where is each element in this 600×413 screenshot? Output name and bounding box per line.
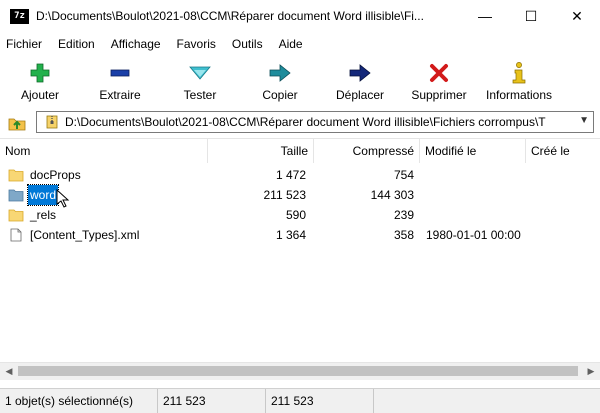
column-header-packed[interactable]: Compressé	[314, 139, 420, 163]
test-button[interactable]: Tester	[160, 56, 240, 106]
check-icon	[188, 62, 212, 84]
packed-cell: 754	[393, 168, 414, 182]
name-cell: word	[8, 184, 70, 208]
file-list: Nom Taille Compressé Modifié le Créé le …	[0, 138, 600, 389]
move-button-label: Déplacer	[335, 88, 385, 102]
delete-icon	[427, 62, 451, 84]
scroll-left-icon[interactable]: ◀	[2, 365, 16, 378]
scroll-right-icon[interactable]: ▶	[584, 365, 598, 378]
delete-button-label: Supprimer	[411, 88, 467, 102]
maximize-icon: ☐	[524, 7, 538, 24]
address-bar: D:\Documents\Boulot\2021-08\CCM\Réparer …	[0, 110, 600, 136]
copy-button-label: Copier	[262, 88, 298, 102]
name-cell: _rels	[8, 205, 58, 225]
window-controls: — ☐ ✕	[462, 0, 600, 32]
column-header-created[interactable]: Créé le	[526, 139, 600, 163]
add-button-label: Ajouter	[20, 88, 60, 102]
delete-button[interactable]: Supprimer	[400, 56, 478, 106]
folder-icon	[8, 169, 24, 182]
menu-affichage[interactable]: Affichage	[103, 37, 169, 51]
minus-icon	[108, 62, 132, 84]
toolbar: Ajouter Extraire Tester Copier Déplacer …	[0, 56, 600, 106]
table-row[interactable]: [Content_Types].xml 1 364 358 1980-01-01…	[0, 225, 600, 245]
add-button[interactable]: Ajouter	[0, 56, 80, 106]
info-icon	[507, 62, 531, 84]
packed-cell: 358	[393, 228, 414, 242]
column-header-modified[interactable]: Modifié le	[420, 139, 526, 163]
file-icon	[10, 228, 22, 242]
7zip-app-icon: 7z	[10, 8, 29, 24]
address-path-field[interactable]: D:\Documents\Boulot\2021-08\CCM\Réparer …	[36, 111, 594, 133]
menu-edition[interactable]: Edition	[50, 37, 103, 51]
menu-aide[interactable]: Aide	[271, 37, 311, 51]
scroll-thumb[interactable]	[18, 366, 578, 376]
folder-icon	[8, 189, 24, 202]
menu-bar: Fichier Edition Affichage Favoris Outils…	[0, 34, 600, 54]
size-cell: 1 364	[275, 228, 306, 242]
extract-button-label: Extraire	[99, 88, 141, 102]
status-bar: 1 objet(s) sélectionné(s) 211 523 211 52…	[0, 388, 600, 413]
title-bar: 7z D:\Documents\Boulot\2021-08\CCM\Répar…	[0, 0, 600, 32]
list-header: Nom Taille Compressé Modifié le Créé le	[0, 139, 600, 163]
minimize-icon: —	[478, 8, 492, 24]
info-button[interactable]: Informations	[478, 56, 560, 106]
column-header-size[interactable]: Taille	[208, 139, 314, 163]
file-name: docProps	[30, 168, 81, 182]
modified-cell: 1980-01-01 00:00	[426, 228, 521, 242]
copy-arrow-icon	[268, 62, 292, 84]
folder-up-button[interactable]	[6, 112, 28, 134]
chevron-down-icon[interactable]: ▼	[579, 115, 589, 126]
status-packed: 211 523	[266, 389, 374, 413]
size-cell: 211 523	[263, 188, 307, 202]
packed-cell: 239	[393, 208, 414, 222]
table-row[interactable]: word 211 523 144 303	[0, 184, 600, 208]
table-row[interactable]: docProps 1 472 754	[0, 165, 600, 185]
packed-cell: 144 303	[370, 188, 414, 202]
copy-button[interactable]: Copier	[240, 56, 320, 106]
folder-up-icon	[8, 118, 26, 131]
window-title: D:\Documents\Boulot\2021-08\CCM\Réparer …	[36, 9, 424, 23]
plus-icon	[28, 62, 52, 84]
maximize-button[interactable]: ☐	[508, 0, 554, 32]
move-button[interactable]: Déplacer	[320, 56, 400, 106]
file-name: word	[26, 184, 60, 206]
folder-icon	[8, 209, 24, 222]
archive-icon	[46, 115, 58, 129]
menu-fichier[interactable]: Fichier	[0, 37, 50, 51]
file-name: _rels	[30, 208, 57, 222]
move-arrow-icon	[348, 62, 372, 84]
file-name: [Content_Types].xml	[30, 228, 140, 242]
extract-button[interactable]: Extraire	[80, 56, 160, 106]
close-icon: ✕	[571, 7, 583, 24]
size-cell: 590	[285, 208, 306, 222]
size-cell: 1 472	[275, 168, 306, 182]
status-size: 211 523	[158, 389, 266, 413]
menu-outils[interactable]: Outils	[224, 37, 271, 51]
address-path: D:\Documents\Boulot\2021-08\CCM\Réparer …	[65, 115, 546, 129]
horizontal-scrollbar[interactable]: ◀ ▶	[0, 362, 600, 380]
column-header-name[interactable]: Nom	[0, 139, 208, 163]
close-button[interactable]: ✕	[554, 0, 600, 32]
info-button-label: Informations	[485, 88, 553, 102]
test-button-label: Tester	[183, 88, 217, 102]
minimize-button[interactable]: —	[462, 0, 508, 32]
status-selection: 1 objet(s) sélectionné(s)	[0, 389, 158, 413]
name-cell: [Content_Types].xml	[8, 225, 141, 245]
table-row[interactable]: _rels 590 239	[0, 205, 600, 225]
menu-favoris[interactable]: Favoris	[169, 37, 224, 51]
name-cell: docProps	[8, 165, 83, 185]
